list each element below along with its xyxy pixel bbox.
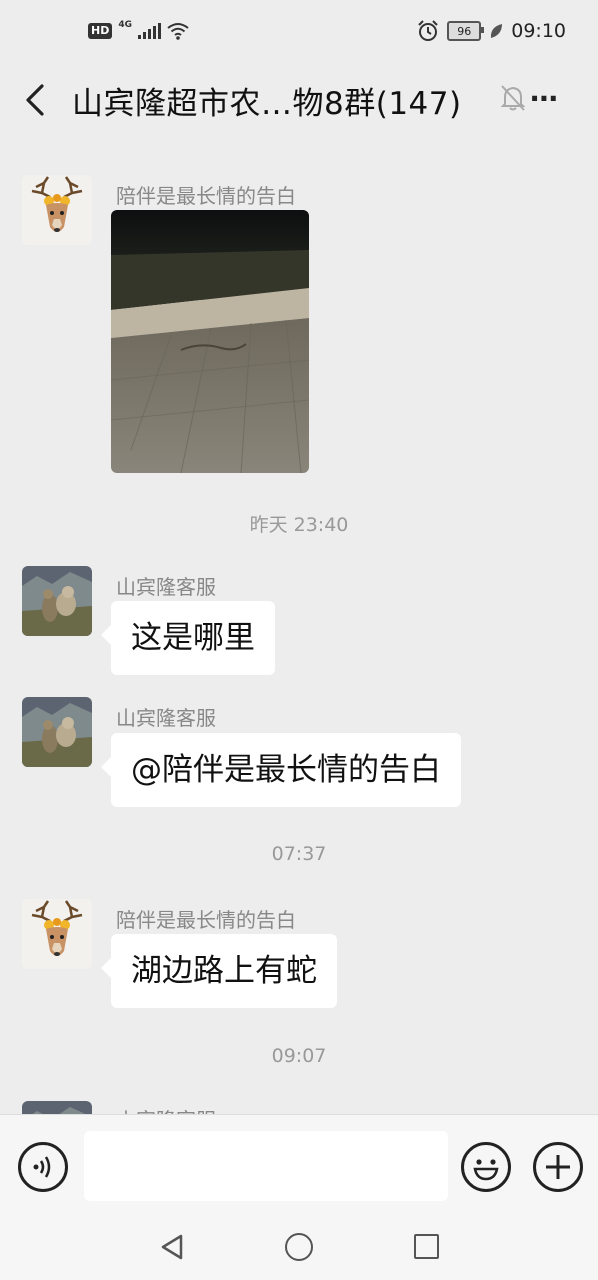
system-nav-bar [0, 1216, 598, 1280]
message-partial: 山宾隆客服 [0, 0, 598, 1114]
nav-home-icon[interactable] [285, 1233, 313, 1261]
plus-icon[interactable] [533, 1142, 583, 1192]
nav-back-icon[interactable] [160, 1234, 184, 1260]
input-bar [0, 1114, 598, 1217]
emoji-icon[interactable] [461, 1142, 511, 1192]
nav-recent-icon[interactable] [414, 1234, 439, 1259]
voice-icon[interactable] [18, 1142, 68, 1192]
message-input[interactable] [84, 1131, 448, 1201]
avatar-customer-service[interactable] [22, 1101, 92, 1114]
sender-name: 山宾隆客服 [116, 1104, 216, 1114]
